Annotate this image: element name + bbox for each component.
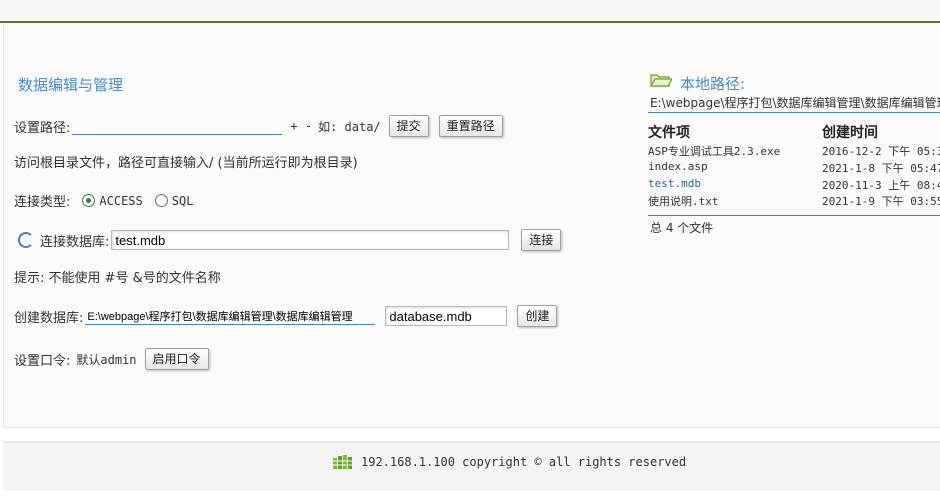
- local-path-value: E:\webpage\程序打包\数据库编辑管理\数据库编辑管理: [648, 94, 940, 113]
- password-label: 设置口令:: [14, 353, 71, 369]
- radio-sql-label: SQL: [171, 193, 194, 208]
- file-name[interactable]: ASP专业调试工具2.3.exe: [648, 143, 780, 159]
- enable-password-button[interactable]: 启用口令: [144, 348, 209, 370]
- file-time: 2020-11-3 上午 08:40: [822, 179, 940, 192]
- top-bar: [0, 0, 940, 23]
- radio-sql[interactable]: SQL: [154, 193, 194, 208]
- create-db-label: 创建数据库:: [14, 310, 84, 326]
- file-time: 2021-1-9 下午 03:55: [822, 195, 940, 208]
- create-db-path-input[interactable]: [85, 307, 376, 325]
- create-button[interactable]: 创建: [517, 305, 558, 327]
- password-default: 默认admin: [76, 352, 137, 367]
- file-name-link[interactable]: test.mdb: [648, 177, 701, 190]
- path-example: 如: data/: [318, 119, 381, 134]
- plus-minus-text[interactable]: + -: [290, 119, 312, 133]
- connect-db-row: 连接数据库: 连接: [18, 229, 562, 251]
- path-input[interactable]: [72, 117, 283, 135]
- reset-path-button[interactable]: 重置路径: [438, 115, 503, 137]
- file-total: 总 4 个文件: [650, 221, 714, 235]
- root-hint: 访问根目录文件，路径可直接输入/ (当前所运行即为根目录): [14, 156, 358, 171]
- footer-text: 192.168.1.100 copyright © all rights res…: [361, 455, 687, 469]
- conn-type-label: 连接类型:: [14, 195, 71, 210]
- path-row: 设置路径: + - 如: data/ 提交 重置路径: [14, 115, 503, 137]
- folder-open-icon: [650, 74, 672, 87]
- col-file-header: 文件项: [648, 125, 690, 141]
- footer-content: 192.168.1.100 copyright © all rights res…: [333, 455, 686, 469]
- submit-button[interactable]: 提交: [388, 115, 429, 137]
- file-name[interactable]: index.asp: [648, 160, 708, 173]
- local-path-title: 本地路径:: [680, 75, 746, 93]
- radio-access-label: ACCESS: [99, 193, 143, 208]
- file-name[interactable]: 使用说明.txt: [648, 193, 719, 209]
- col-time-header: 创建时间: [822, 125, 878, 141]
- building-logo-icon: [333, 455, 353, 469]
- file-table-divider: [648, 215, 940, 216]
- radio-unchecked-icon: [154, 194, 168, 207]
- radio-access[interactable]: ACCESS: [82, 193, 143, 208]
- connect-button[interactable]: 连接: [521, 229, 562, 251]
- radio-checked-icon: [82, 194, 96, 207]
- section-title: 数据编辑与管理: [18, 76, 124, 94]
- create-db-row: 创建数据库: 创建: [14, 305, 558, 327]
- password-row: 设置口令: 默认admin 启用口令: [14, 348, 209, 370]
- create-db-name-input[interactable]: [385, 306, 508, 326]
- file-time: 2021-1-8 下午 05:47: [822, 162, 940, 175]
- refresh-icon[interactable]: [18, 232, 34, 248]
- tip-text: 提示: 不能使用 #号 &号的文件名称: [14, 271, 221, 286]
- conn-type-row: 连接类型: ACCESS SQL: [14, 191, 194, 211]
- connect-db-input[interactable]: [111, 230, 510, 250]
- file-time: 2016-12-2 下午 05:34: [822, 145, 940, 158]
- connect-db-label: 连接数据库:: [40, 234, 110, 250]
- path-label: 设置路径:: [14, 120, 71, 136]
